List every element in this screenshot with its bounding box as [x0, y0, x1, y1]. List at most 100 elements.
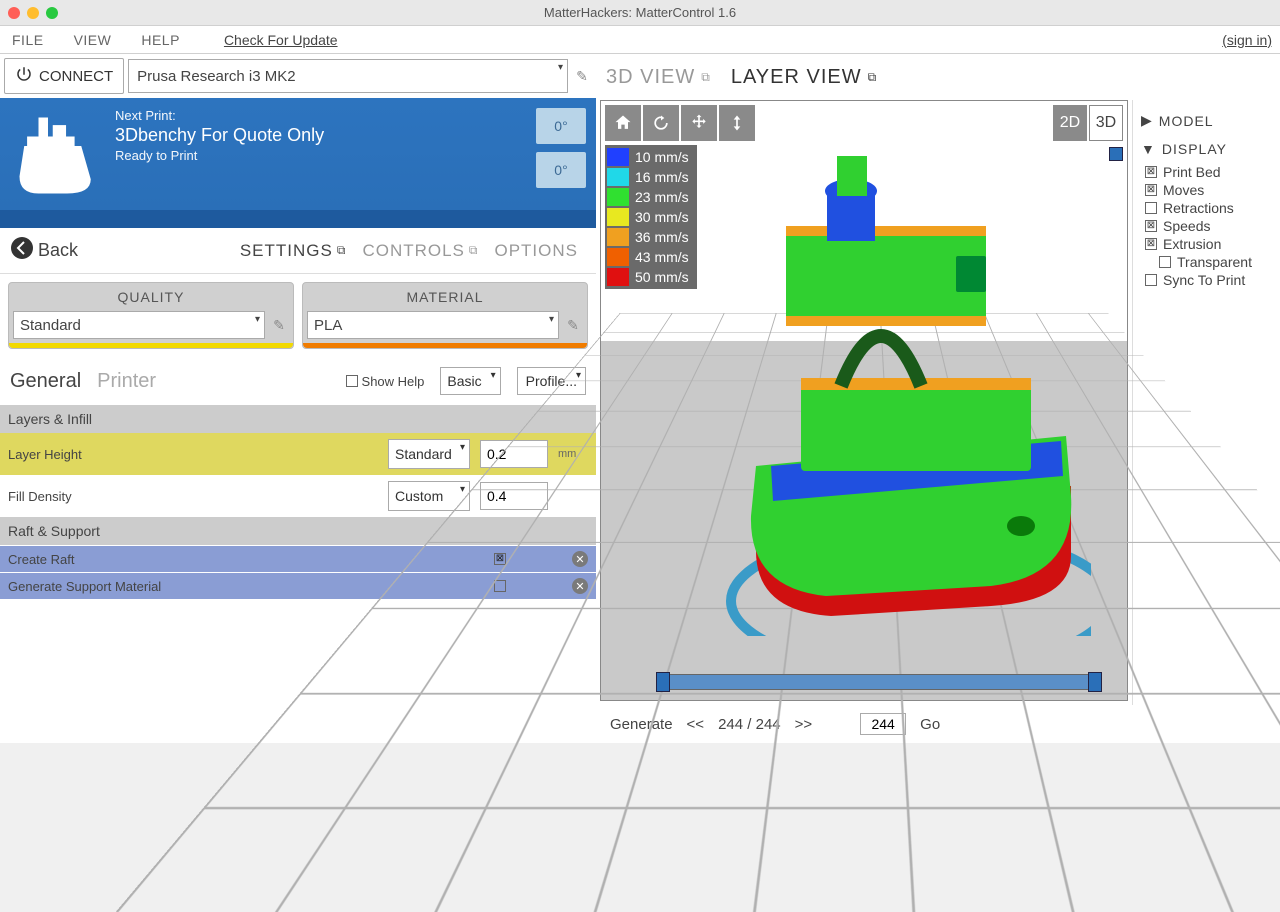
display-option[interactable]: Retractions	[1145, 199, 1276, 217]
legend-swatch	[607, 188, 629, 206]
checkbox-icon[interactable]	[1145, 274, 1157, 286]
legend-row: 36 mm/s	[607, 227, 695, 247]
legend-row: 16 mm/s	[607, 167, 695, 187]
connect-button[interactable]: CONNECT	[4, 58, 124, 94]
legend-swatch	[607, 168, 629, 186]
check-for-update-link[interactable]: Check For Update	[224, 32, 338, 48]
speed-legend: 10 mm/s 16 mm/s 23 mm/s 30 mm/s 36 mm/s 43 mm…	[605, 145, 697, 289]
material-label: MATERIAL	[307, 287, 583, 311]
layer-vertical-slider[interactable]	[1111, 147, 1121, 670]
tab-3d-view[interactable]: 3D VIEW⧉	[606, 66, 711, 89]
popout-icon: ⧉	[337, 243, 347, 258]
chevron-down-icon: ▾	[558, 62, 563, 73]
legend-label: 10 mm/s	[635, 149, 689, 165]
checkbox-icon[interactable]: ⊠	[1145, 184, 1157, 196]
tab-options[interactable]: OPTIONS	[494, 241, 578, 261]
maximize-window-icon[interactable]	[46, 7, 58, 19]
print-status-card: Next Print: 3Dbenchy For Quote Only Read…	[0, 98, 596, 228]
right-pane: 3D VIEW⧉ LAYER VIEW⧉	[596, 54, 1280, 743]
rotate-view-icon[interactable]	[643, 105, 679, 141]
back-label: Back	[38, 240, 78, 261]
popout-icon: ⧉	[469, 243, 479, 258]
legend-row: 23 mm/s	[607, 187, 695, 207]
layer-range-slider[interactable]	[661, 674, 1097, 690]
subtab-printer[interactable]: Printer	[97, 370, 156, 393]
minimize-window-icon[interactable]	[27, 7, 39, 19]
connect-label: CONNECT	[39, 68, 113, 85]
mode-2d-button[interactable]: 2D	[1053, 105, 1087, 141]
menu-file[interactable]: FILE	[8, 32, 48, 48]
popout-icon: ⧉	[701, 70, 711, 85]
titlebar: MatterHackers: MatterControl 1.6	[0, 0, 1280, 26]
legend-row: 43 mm/s	[607, 247, 695, 267]
display-option[interactable]: ⊠ Print Bed	[1145, 163, 1276, 181]
show-help-checkbox[interactable]: Show Help	[346, 374, 425, 389]
quality-select[interactable]: Standard▾	[13, 311, 265, 339]
layer-height-preset[interactable]: Standard▾	[388, 439, 470, 469]
print-ready-status: Ready to Print	[115, 148, 526, 163]
legend-row: 50 mm/s	[607, 267, 695, 287]
legend-swatch	[607, 228, 629, 246]
tab-controls[interactable]: CONTROLS⧉	[362, 241, 478, 261]
bed-temp[interactable]: 0°	[536, 152, 586, 188]
legend-label: 23 mm/s	[635, 189, 689, 205]
printer-select[interactable]: Prusa Research i3 MK2 ▾	[128, 59, 568, 93]
quality-label: QUALITY	[13, 287, 289, 311]
legend-swatch	[607, 208, 629, 226]
detail-level-select[interactable]: Basic▾	[440, 367, 500, 395]
checkbox-icon[interactable]: ⊠	[1145, 238, 1157, 250]
checkbox-icon[interactable]	[1159, 256, 1171, 268]
panel-display-header[interactable]: ▼DISPLAY	[1137, 135, 1276, 163]
display-option[interactable]: ⊠Moves	[1145, 181, 1276, 199]
window-controls	[8, 7, 58, 19]
tab-settings[interactable]: SETTINGS⧉	[240, 241, 347, 261]
home-view-icon[interactable]	[605, 105, 641, 141]
legend-label: 43 mm/s	[635, 249, 689, 265]
checkbox-icon[interactable]	[1145, 202, 1157, 214]
close-window-icon[interactable]	[8, 7, 20, 19]
next-print-label: Next Print:	[115, 108, 526, 123]
print-title: 3Dbenchy For Quote Only	[115, 125, 526, 146]
tab-layer-view[interactable]: LAYER VIEW⧉	[731, 66, 877, 89]
material-box: MATERIAL PLA▾ ✎	[302, 282, 588, 349]
panel-model-header[interactable]: ▶MODEL	[1137, 106, 1276, 135]
material-select[interactable]: PLA▾	[307, 311, 559, 339]
legend-swatch	[607, 248, 629, 266]
legend-label: 30 mm/s	[635, 209, 689, 225]
layer-height-label: Layer Height	[8, 447, 378, 462]
layer-view-viewport[interactable]: 2D 3D 10 mm/s 16 mm/s 23 mm/s 30 mm/s 36 mm/…	[600, 100, 1128, 701]
chevron-down-icon: ▼	[1141, 141, 1156, 157]
display-option-label: Sync To Print	[1163, 272, 1245, 288]
legend-label: 50 mm/s	[635, 269, 689, 285]
checkbox-icon[interactable]: ⊠	[1145, 166, 1157, 178]
pan-view-icon[interactable]	[681, 105, 717, 141]
mode-3d-button[interactable]: 3D	[1089, 105, 1123, 141]
display-option-label: Print Bed	[1163, 164, 1221, 180]
window-title: MatterHackers: MatterControl 1.6	[544, 5, 736, 20]
edit-quality-icon[interactable]: ✎	[269, 317, 289, 334]
menu-view[interactable]: VIEW	[70, 32, 116, 48]
menu-help[interactable]: HELP	[137, 32, 184, 48]
power-icon	[15, 65, 33, 87]
display-option[interactable]: Sync To Print	[1145, 271, 1276, 289]
edit-printer-icon[interactable]: ✎	[572, 68, 592, 85]
legend-row: 30 mm/s	[607, 207, 695, 227]
back-button[interactable]: Back	[10, 236, 78, 265]
display-option[interactable]: Transparent	[1145, 253, 1276, 271]
menubar: FILE VIEW HELP Check For Update (sign in…	[0, 26, 1280, 54]
subtab-general[interactable]: General	[10, 370, 81, 393]
legend-label: 36 mm/s	[635, 229, 689, 245]
display-option[interactable]: ⊠ Speeds	[1145, 217, 1276, 235]
checkbox-icon[interactable]: ⊠	[1145, 220, 1157, 232]
display-option-label: Speeds	[1163, 218, 1210, 234]
extruder-temp[interactable]: 0°	[536, 108, 586, 144]
display-option-label: Extrusion	[1163, 236, 1221, 252]
sign-in-link[interactable]: (sign in)	[1222, 32, 1272, 48]
zoom-view-icon[interactable]	[719, 105, 755, 141]
quality-box: QUALITY Standard▾ ✎	[8, 282, 294, 349]
display-option[interactable]: ⊠ Extrusion	[1145, 235, 1276, 253]
fill-density-label: Fill Density	[8, 489, 378, 504]
legend-row: 10 mm/s	[607, 147, 695, 167]
popout-icon: ⧉	[868, 70, 878, 85]
edit-material-icon[interactable]: ✎	[563, 317, 583, 334]
